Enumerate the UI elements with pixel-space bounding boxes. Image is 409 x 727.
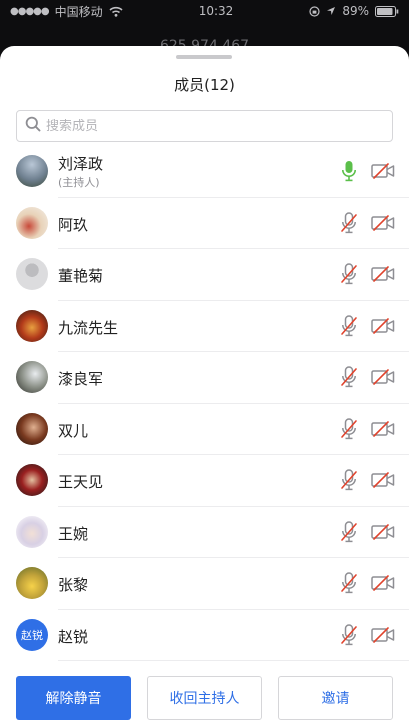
camera-off-icon[interactable] (370, 572, 396, 594)
microphone-muted-icon[interactable] (338, 520, 360, 544)
member-name: 九流先生 (58, 318, 119, 337)
status-bar: ●●●●● 中国移动 10:32 89% (0, 0, 409, 22)
avatar (16, 206, 48, 239)
avatar (16, 155, 48, 187)
search-icon (25, 116, 41, 136)
microphone-muted-icon[interactable] (338, 468, 360, 492)
member-role-label: (主持人) (58, 176, 100, 189)
sheet-title: 成员(12) (174, 76, 235, 94)
member-row[interactable]: 王天见 (0, 455, 409, 507)
battery-icon (374, 5, 399, 17)
camera-off-icon[interactable] (370, 418, 396, 440)
unmute-all-button[interactable]: 解除静音 (16, 676, 131, 720)
camera-off-icon[interactable] (370, 212, 396, 234)
camera-off-icon[interactable] (370, 263, 396, 285)
member-name: 王天见 (58, 473, 104, 491)
location-icon (326, 6, 336, 16)
camera-off-icon[interactable] (370, 315, 396, 337)
rotation-lock-icon (309, 5, 320, 17)
avatar (16, 258, 48, 290)
search-box[interactable] (16, 110, 393, 142)
microphone-muted-icon[interactable] (338, 571, 360, 595)
member-name: 董艳菊 (58, 267, 104, 285)
reclaim-host-button[interactable]: 收回主持人 (147, 676, 262, 720)
status-time: 10:32 (198, 4, 234, 18)
carrier-label: 中国移动 (54, 4, 103, 19)
microphone-muted-icon[interactable] (338, 314, 360, 338)
microphone-on-icon[interactable] (338, 159, 360, 183)
microphone-muted-icon[interactable] (338, 262, 360, 286)
invite-button[interactable]: 邀请 (278, 676, 393, 720)
avatar (16, 464, 48, 496)
microphone-muted-icon[interactable] (338, 365, 360, 389)
battery-percent: 89% (342, 4, 369, 18)
member-row[interactable]: 刘泽政 (主持人) (0, 146, 409, 198)
bottom-action-bar: 解除静音 收回主持人 邀请 (0, 674, 409, 727)
wifi-icon (109, 6, 123, 17)
avatar (16, 515, 48, 548)
members-sheet: 成员(12) 刘泽政 (主持人) 阿玖董艳菊九流先生漆良军双儿王天见王婉张黎赵锐赵锐… (0, 46, 409, 727)
member-list: 刘泽政 (主持人) 阿玖董艳菊九流先生漆良军双儿王天见王婉张黎赵锐 赵锐 (0, 146, 409, 661)
camera-off-icon[interactable] (370, 521, 396, 543)
camera-off-icon[interactable] (370, 469, 396, 491)
member-name: 漆良军 (58, 370, 104, 388)
avatar (16, 412, 48, 445)
avatar (16, 567, 48, 599)
avatar (16, 361, 48, 393)
member-row[interactable]: 九流先生 (0, 301, 409, 353)
member-name: 赵锐 (58, 627, 89, 646)
camera-off-icon[interactable] (370, 624, 396, 646)
signal-icon: ●●●●● (10, 5, 50, 17)
microphone-muted-icon[interactable] (338, 211, 360, 235)
member-row[interactable]: 阿玖 (0, 198, 409, 250)
member-row[interactable]: 漆良军 (0, 352, 409, 404)
microphone-muted-icon[interactable] (338, 417, 360, 441)
member-name: 王婉 (58, 524, 89, 543)
avatar (16, 309, 48, 342)
camera-off-icon[interactable] (370, 366, 396, 388)
status-left: ●●●●● 中国移动 (10, 3, 123, 20)
member-row[interactable]: 赵锐 赵锐 (0, 610, 409, 662)
member-row[interactable]: 王婉 (0, 507, 409, 559)
microphone-muted-icon[interactable] (338, 623, 360, 647)
member-row[interactable]: 董艳菊 (0, 249, 409, 301)
member-name: 张黎 (58, 576, 89, 594)
camera-off-icon[interactable] (370, 160, 396, 182)
avatar: 赵锐 (16, 618, 48, 651)
member-row[interactable]: 张黎 (0, 558, 409, 610)
status-right: 89% (309, 4, 399, 18)
sheet-grab-handle[interactable] (176, 55, 232, 59)
member-name: 阿玖 (58, 215, 89, 234)
member-row[interactable]: 双儿 (0, 404, 409, 456)
member-name: 双儿 (58, 421, 89, 440)
member-name: 刘泽政 (58, 155, 104, 173)
search-input[interactable] (46, 118, 366, 134)
